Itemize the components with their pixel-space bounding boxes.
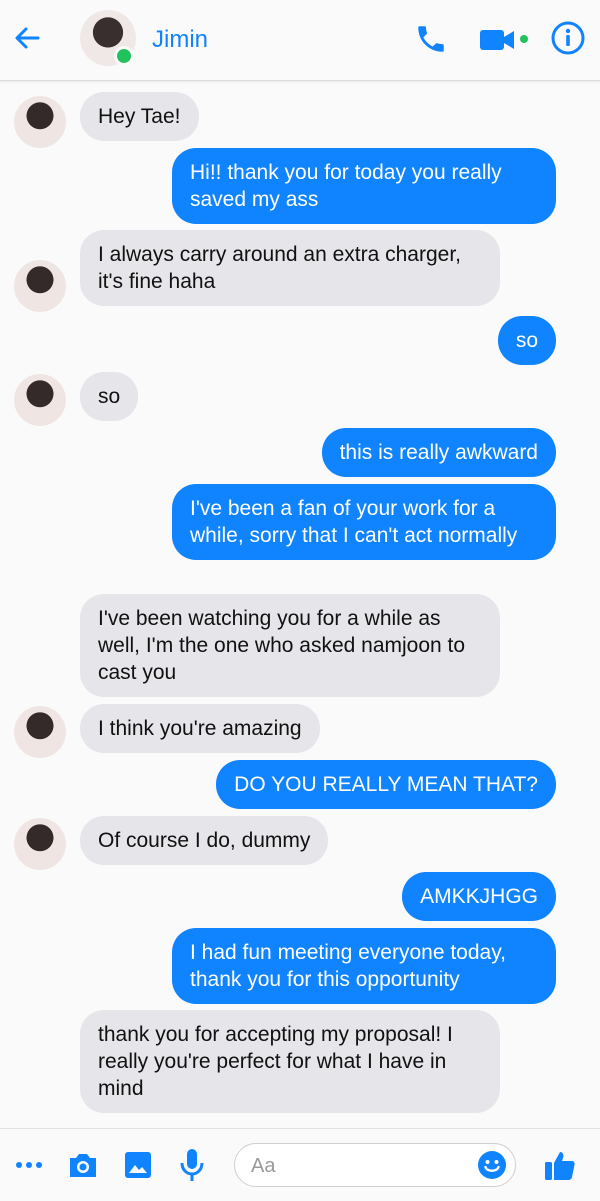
- sent-message[interactable]: I've been a fan of your work for a while…: [172, 484, 556, 560]
- gallery-icon[interactable]: [122, 1149, 154, 1181]
- sent-message[interactable]: I had fun meeting everyone today, thank …: [172, 928, 556, 1004]
- received-message[interactable]: I think you're amazing: [80, 704, 320, 753]
- more-icon[interactable]: [14, 1153, 44, 1177]
- phone-icon[interactable]: [414, 22, 448, 56]
- contact-avatar[interactable]: [80, 10, 136, 66]
- back-icon[interactable]: [12, 20, 44, 56]
- message-thread[interactable]: Hey Tae! Hi!! thank you for today you re…: [0, 80, 600, 1128]
- sender-avatar[interactable]: [14, 96, 66, 148]
- sender-avatar[interactable]: [14, 818, 66, 870]
- received-message[interactable]: I've been watching you for a while as we…: [80, 594, 500, 697]
- info-icon[interactable]: [550, 20, 586, 56]
- received-message[interactable]: thank you for accepting my proposal! I r…: [80, 1010, 500, 1113]
- received-message[interactable]: so: [80, 372, 139, 421]
- sent-message[interactable]: DO YOU REALLY MEAN THAT?: [216, 760, 556, 809]
- sent-message[interactable]: so: [497, 316, 556, 365]
- received-message[interactable]: Of course I do, dummy: [80, 816, 329, 865]
- sent-message[interactable]: this is really awkward: [321, 428, 556, 477]
- message-input-container[interactable]: [234, 1143, 516, 1187]
- sender-avatar[interactable]: [14, 260, 66, 312]
- microphone-icon[interactable]: [178, 1147, 206, 1183]
- video-active-indicator: [520, 35, 528, 43]
- conversation-header: Jimin: [0, 0, 600, 81]
- sender-avatar[interactable]: [14, 374, 66, 426]
- online-status-indicator: [114, 46, 134, 66]
- sent-message[interactable]: AMKKJHGG: [402, 872, 556, 921]
- emoji-icon[interactable]: [477, 1150, 507, 1180]
- sender-avatar[interactable]: [14, 706, 66, 758]
- message-composer: [0, 1128, 600, 1201]
- video-camera-icon[interactable]: [478, 24, 518, 56]
- contact-name[interactable]: Jimin: [152, 26, 208, 54]
- sent-message[interactable]: Hi!! thank you for today you really save…: [172, 148, 556, 224]
- camera-icon[interactable]: [66, 1149, 100, 1181]
- thumbs-up-icon[interactable]: [542, 1147, 578, 1183]
- message-input[interactable]: [249, 1150, 473, 1182]
- received-message[interactable]: Hey Tae!: [80, 92, 199, 141]
- received-message[interactable]: I always carry around an extra charger, …: [80, 230, 500, 306]
